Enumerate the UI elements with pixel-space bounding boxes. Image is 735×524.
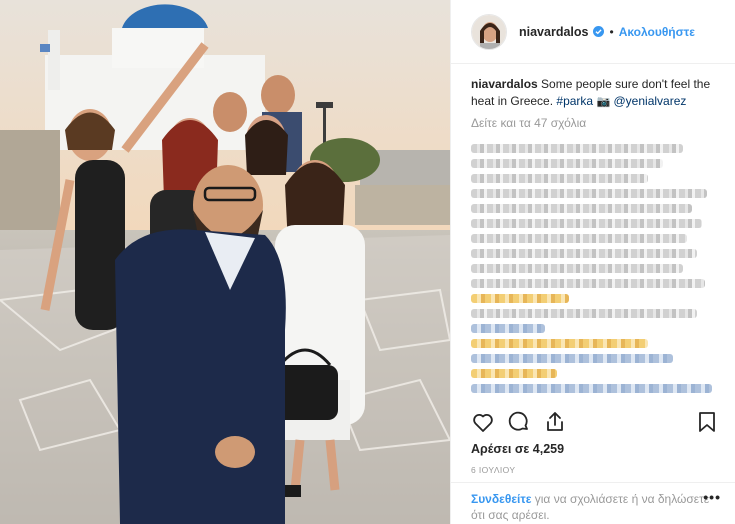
blurred-comment-line [471, 174, 649, 183]
blurred-comment-line [471, 324, 545, 333]
follow-button[interactable]: Ακολουθήστε [619, 25, 695, 39]
blurred-comment-line [471, 204, 693, 213]
blurred-comment-line [471, 159, 663, 168]
blurred-comment-line [471, 144, 683, 153]
blurred-comment-line [471, 264, 683, 273]
post-header: niavardalos • Ακολουθήστε [451, 0, 735, 64]
caption-mention[interactable]: @yenialvarez [614, 94, 687, 108]
blurred-comment-line [471, 294, 570, 303]
post-photo[interactable] [0, 0, 450, 524]
profile-avatar[interactable] [471, 13, 507, 50]
caption-hashtag[interactable]: #parka [556, 94, 593, 108]
post-sidebar: niavardalos • Ακολουθήστε niavardalos So… [450, 0, 735, 524]
blurred-comment-line [471, 279, 705, 288]
avatar-image [472, 14, 506, 49]
blurred-comment-line [471, 219, 703, 228]
view-all-comments-link[interactable]: Δείτε και τα 47 σχόλια [471, 115, 717, 132]
blurred-comment-line [471, 309, 698, 318]
header-separator: • [609, 24, 614, 39]
blurred-comment-line [471, 384, 713, 393]
blurred-comment-line [471, 234, 688, 243]
post-caption: niavardalos Some people sure don't feel … [451, 64, 735, 132]
blurred-comment-line [471, 354, 673, 363]
blurred-comment-line [471, 369, 558, 378]
caption-username[interactable]: niavardalos [471, 77, 538, 91]
bookmark-icon[interactable] [695, 410, 719, 434]
post-date[interactable]: 6 ΙΟΥΛΙΟΥ [471, 465, 515, 475]
comments-list-blurred [471, 144, 717, 400]
blurred-comment-line [471, 339, 649, 348]
group-photo-image [0, 0, 450, 524]
heart-icon[interactable] [471, 410, 495, 434]
share-icon[interactable] [543, 410, 567, 434]
login-link[interactable]: Συνδεθείτε [471, 492, 531, 506]
more-options-icon[interactable]: ••• [703, 489, 721, 505]
blurred-comment-line [471, 249, 698, 258]
verified-badge-icon [593, 26, 605, 37]
camera-emoji-icon: 📷 [596, 96, 611, 108]
likes-count[interactable]: Αρέσει σε 4,259 [471, 442, 564, 456]
header-username[interactable]: niavardalos [519, 25, 588, 39]
blurred-comment-line [471, 189, 708, 198]
login-prompt: Συνδεθείτε για να σχολιάσετε ή να δηλώσε… [451, 482, 735, 524]
post-actions-bar [471, 408, 719, 436]
comment-bubble-icon[interactable] [507, 410, 531, 434]
